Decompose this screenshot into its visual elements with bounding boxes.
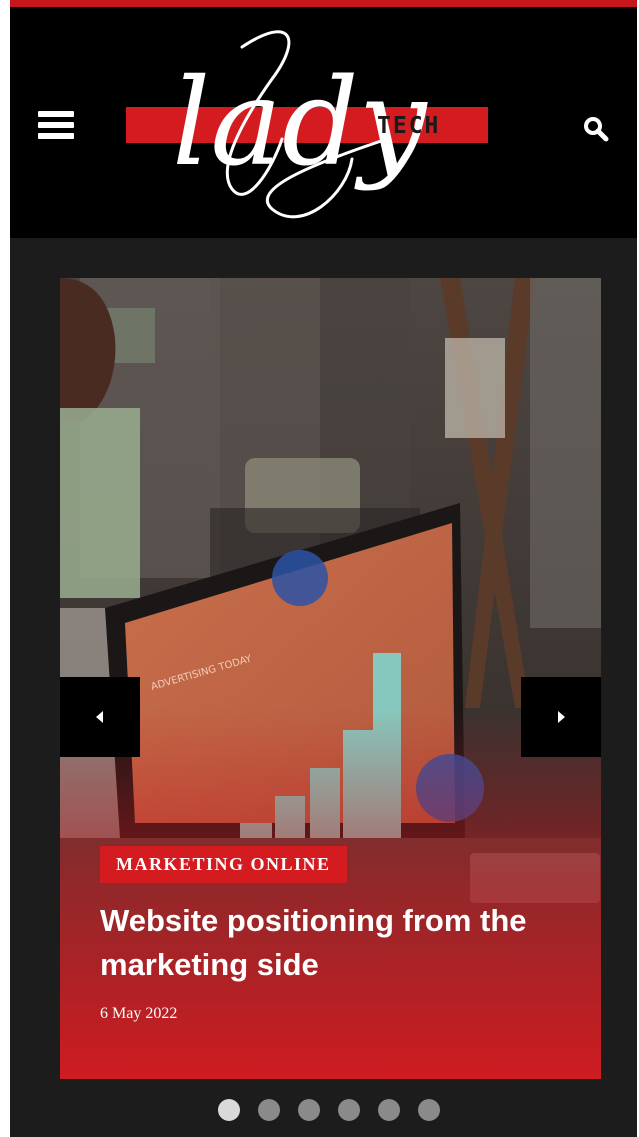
site-header: lady TECH bbox=[10, 7, 637, 238]
search-icon[interactable] bbox=[582, 115, 610, 143]
caret-left-icon bbox=[96, 711, 103, 723]
slide-title[interactable]: Website positioning from the marketing s… bbox=[100, 899, 570, 987]
category-badge[interactable]: MARKETING ONLINE bbox=[100, 846, 347, 883]
site-logo[interactable]: lady TECH bbox=[122, 19, 492, 224]
pagination-dot[interactable] bbox=[218, 1099, 240, 1121]
pagination-dot[interactable] bbox=[418, 1099, 440, 1121]
slide-date: 6 May 2022 bbox=[100, 1005, 178, 1022]
pagination-dot[interactable] bbox=[258, 1099, 280, 1121]
pagination-dot[interactable] bbox=[378, 1099, 400, 1121]
slider-next-button[interactable] bbox=[521, 677, 601, 757]
pagination-dot[interactable] bbox=[298, 1099, 320, 1121]
pagination-dot[interactable] bbox=[338, 1099, 360, 1121]
top-accent-line bbox=[10, 0, 637, 7]
page-frame: lady TECH ADVERTISING TODAY MARKETING ON… bbox=[10, 0, 637, 1137]
slide-caption: MARKETING ONLINE Website positioning fro… bbox=[100, 846, 570, 1023]
featured-slider: ADVERTISING TODAY MARKETING ONLINE Websi… bbox=[60, 278, 601, 1079]
slider-prev-button[interactable] bbox=[60, 677, 140, 757]
caret-right-icon bbox=[558, 711, 565, 723]
logo-subtitle: TECH bbox=[377, 113, 441, 139]
hamburger-menu-icon[interactable] bbox=[38, 107, 74, 143]
